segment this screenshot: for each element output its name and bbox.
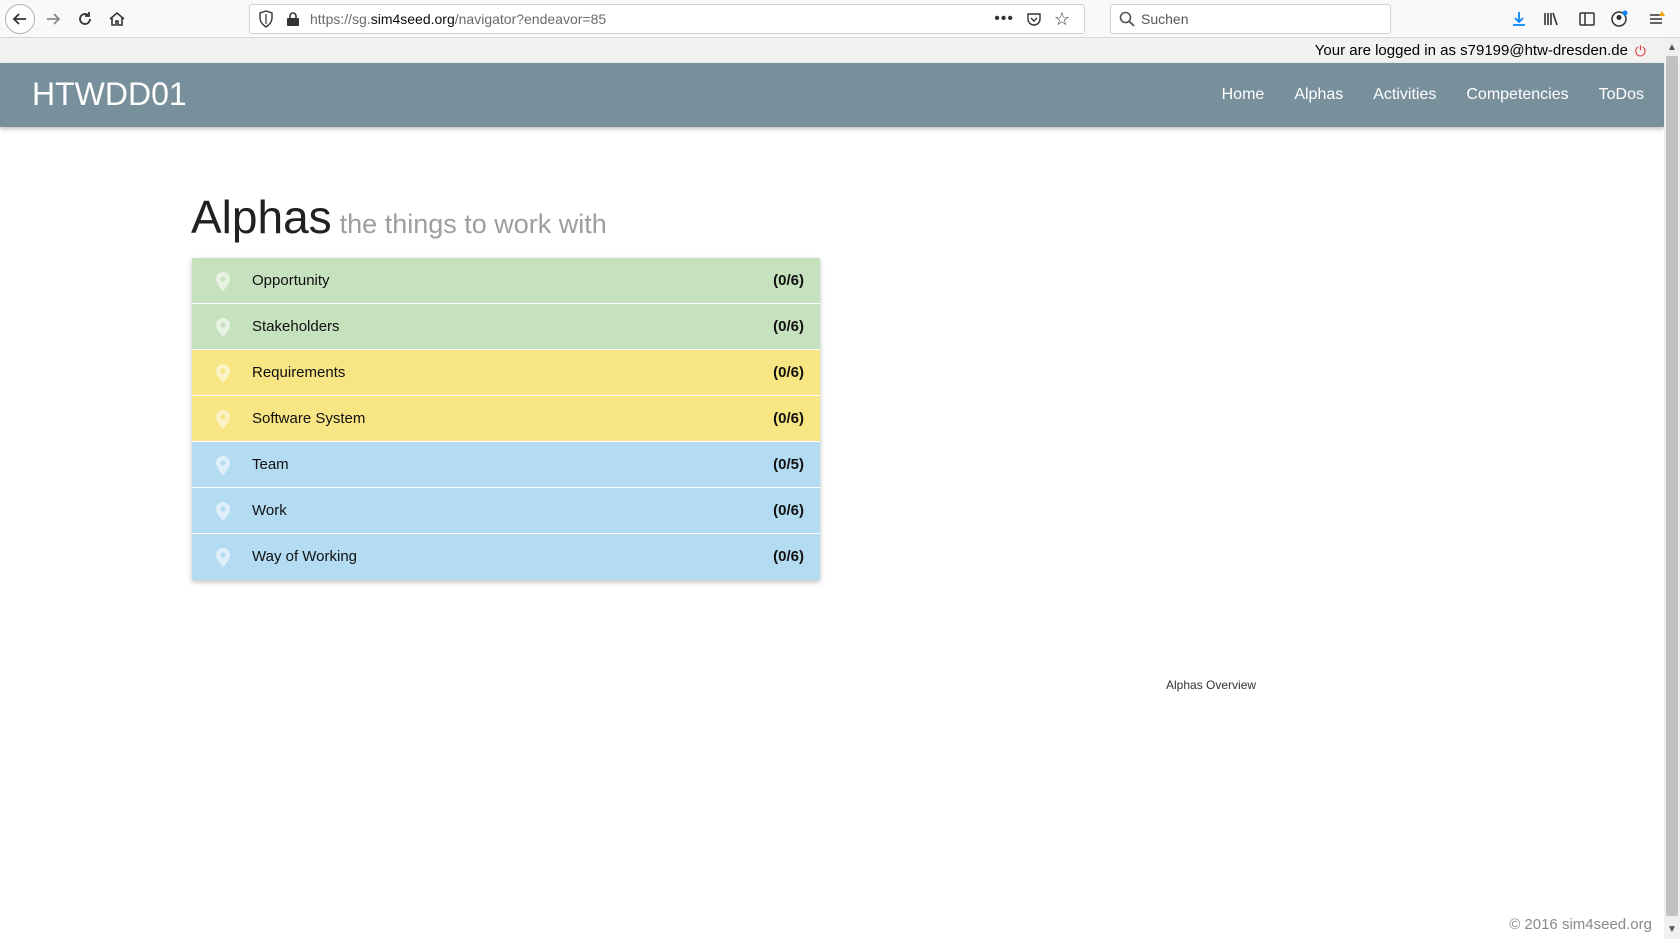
back-button[interactable] xyxy=(5,4,35,34)
alpha-count: (0/5) xyxy=(773,456,804,473)
nav-alphas[interactable]: Alphas xyxy=(1279,86,1358,104)
page-actions-button[interactable]: ••• xyxy=(994,10,1014,28)
alpha-row-team[interactable]: Team (0/5) xyxy=(192,442,820,488)
alpha-count: (0/6) xyxy=(773,318,804,335)
alpha-count: (0/6) xyxy=(773,410,804,427)
lock-icon[interactable] xyxy=(286,11,300,27)
alpha-row-opportunity[interactable]: Opportunity (0/6) xyxy=(192,258,820,304)
downloads-icon[interactable] xyxy=(1508,8,1530,30)
alpha-count: (0/6) xyxy=(773,548,804,565)
menu-icon[interactable] xyxy=(1646,8,1668,30)
nav-competencies[interactable]: Competencies xyxy=(1451,86,1583,104)
logout-power-icon[interactable]: ⏻ xyxy=(1635,43,1646,60)
pocket-icon[interactable] xyxy=(1026,11,1042,27)
account-icon[interactable] xyxy=(1608,8,1630,30)
alpha-name: Way of Working xyxy=(252,548,358,565)
alpha-list: Opportunity (0/6) Stakeholders (0/6) Req… xyxy=(192,258,820,580)
alpha-count: (0/6) xyxy=(773,272,804,289)
alpha-name: Stakeholders xyxy=(252,318,340,335)
map-pin-icon xyxy=(216,364,230,383)
library-icon[interactable] xyxy=(1540,8,1562,30)
alpha-count: (0/6) xyxy=(773,502,804,519)
home-icon xyxy=(109,11,125,26)
page-title-text: Alphas xyxy=(191,191,332,243)
address-bar[interactable]: https://sg.sim4seed.org/navigator?endeav… xyxy=(249,4,1085,34)
search-box[interactable] xyxy=(1110,4,1391,34)
alpha-row-software-system[interactable]: Software System (0/6) xyxy=(192,396,820,442)
page-scrollbar[interactable]: ▲ ▼ xyxy=(1664,38,1680,939)
browser-toolbar: https://sg.sim4seed.org/navigator?endeav… xyxy=(0,0,1680,38)
alpha-row-work[interactable]: Work (0/6) xyxy=(192,488,820,534)
forward-button[interactable] xyxy=(38,4,68,34)
map-pin-icon xyxy=(216,410,230,429)
app-header: HTWDD01 Home Alphas Activities Competenc… xyxy=(0,63,1664,127)
alpha-name: Software System xyxy=(252,410,366,427)
alpha-name: Work xyxy=(252,502,287,519)
sidebar-icon[interactable] xyxy=(1576,8,1598,30)
bookmark-star-icon[interactable]: ☆ xyxy=(1054,9,1070,30)
arrow-left-icon xyxy=(12,13,26,25)
map-pin-icon xyxy=(216,502,230,521)
search-input[interactable] xyxy=(1141,9,1381,29)
nav-home[interactable]: Home xyxy=(1207,86,1280,104)
scroll-up-arrow-icon[interactable]: ▲ xyxy=(1667,42,1677,53)
map-pin-icon xyxy=(216,272,230,291)
alpha-name: Team xyxy=(252,456,289,473)
nav-activities[interactable]: Activities xyxy=(1358,86,1451,104)
home-button[interactable] xyxy=(102,4,132,34)
tracking-shield-icon[interactable] xyxy=(258,10,274,28)
search-icon xyxy=(1119,11,1135,27)
nav-todos[interactable]: ToDos xyxy=(1584,86,1664,104)
alphas-overview-caption: Alphas Overview xyxy=(1166,678,1257,692)
login-status-text: Your are logged in as s79199@htw-dresden… xyxy=(1314,42,1628,59)
brand-title[interactable]: HTWDD01 xyxy=(32,76,187,113)
main-nav: Home Alphas Activities Competencies ToDo… xyxy=(1207,63,1664,127)
page-title: Alphas the things to work with xyxy=(191,190,607,244)
map-pin-icon xyxy=(216,548,230,567)
login-strip: Your are logged in as s79199@htw-dresden… xyxy=(0,38,1664,63)
reload-button[interactable] xyxy=(70,4,100,34)
alpha-row-stakeholders[interactable]: Stakeholders (0/6) xyxy=(192,304,820,350)
url-text[interactable]: https://sg.sim4seed.org/navigator?endeav… xyxy=(310,11,606,27)
scroll-down-arrow-icon[interactable]: ▼ xyxy=(1667,924,1677,935)
alpha-row-way-of-working[interactable]: Way of Working (0/6) xyxy=(192,534,820,580)
arrow-right-icon xyxy=(47,13,61,25)
map-pin-icon xyxy=(216,318,230,337)
alpha-name: Opportunity xyxy=(252,272,330,289)
footer-copyright: © 2016 sim4seed.org xyxy=(1509,916,1652,933)
alpha-row-requirements[interactable]: Requirements (0/6) xyxy=(192,350,820,396)
reload-icon xyxy=(79,12,91,25)
alpha-count: (0/6) xyxy=(773,364,804,381)
scrollbar-thumb[interactable] xyxy=(1666,56,1678,916)
page-subtitle: the things to work with xyxy=(339,209,607,239)
alpha-name: Requirements xyxy=(252,364,346,381)
map-pin-icon xyxy=(216,456,230,475)
